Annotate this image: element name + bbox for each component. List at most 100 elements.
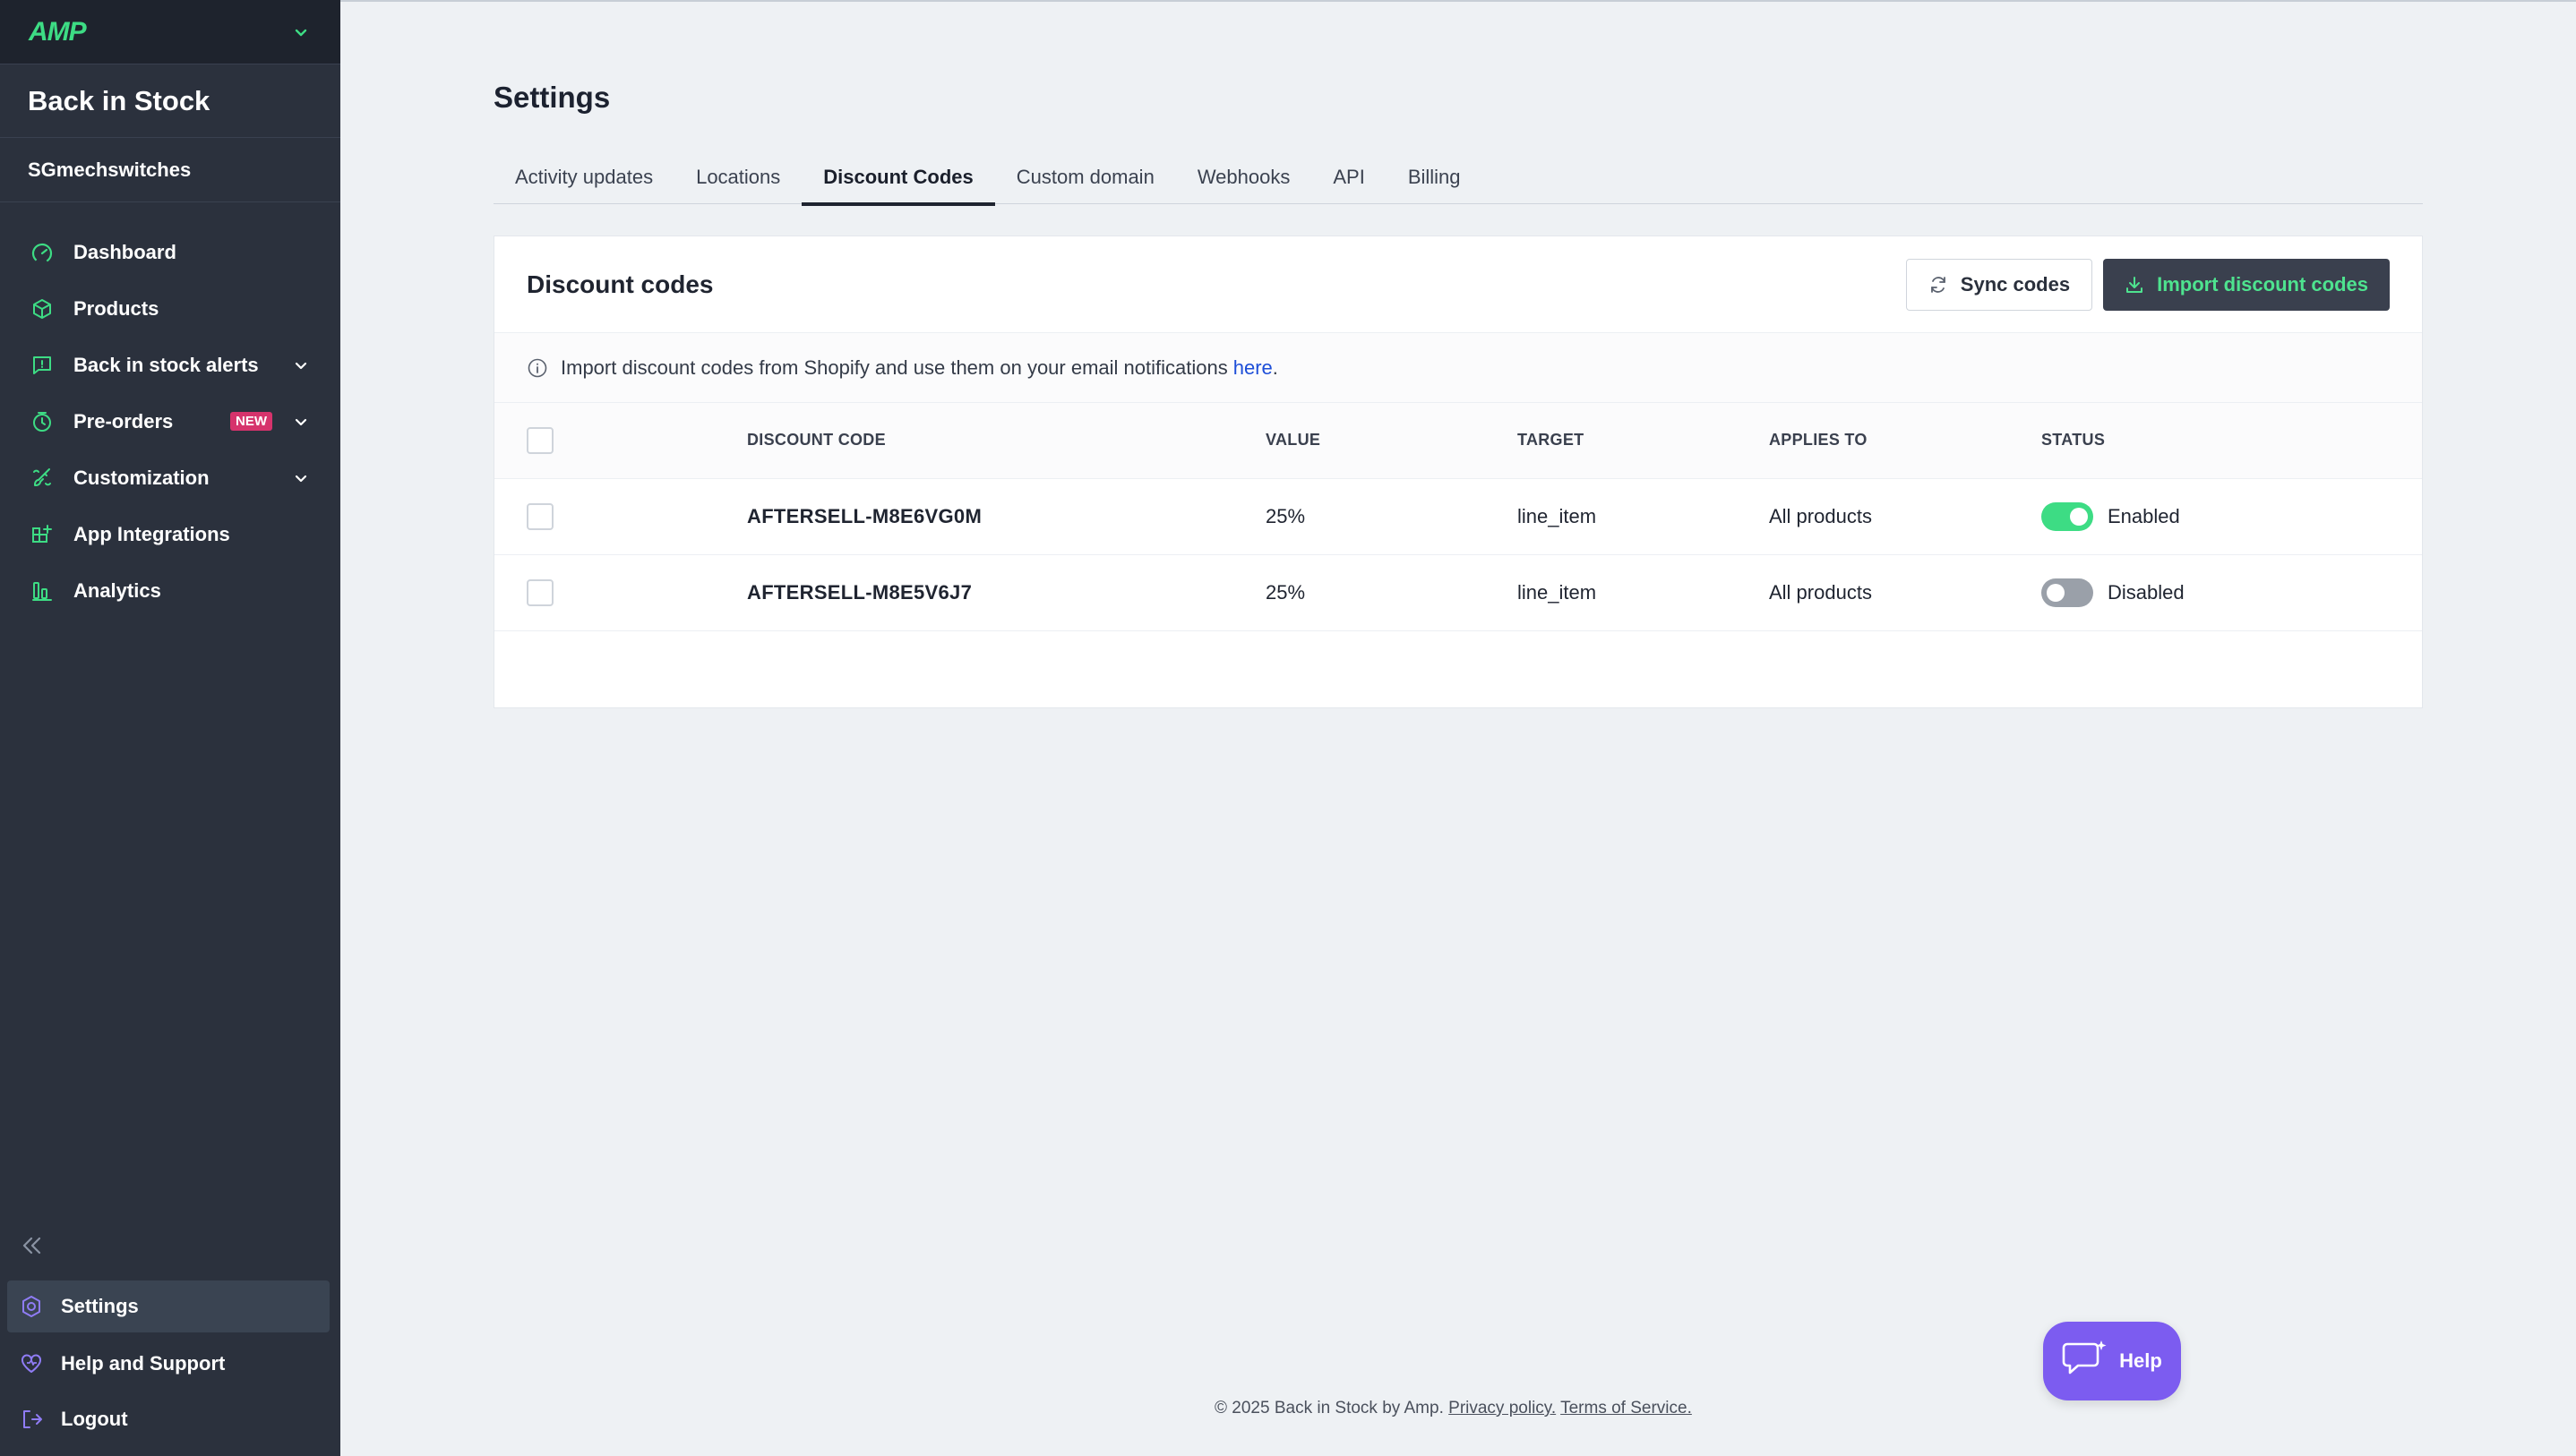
chat-sparkle-icon	[2062, 1339, 2108, 1383]
info-here-link[interactable]: here	[1233, 356, 1273, 380]
info-text: Import discount codes from Shopify and u…	[561, 355, 1228, 379]
sidebar-nav: Dashboard Products Back in stock alerts …	[0, 202, 340, 619]
sidebar-item-dashboard[interactable]: Dashboard	[0, 224, 340, 280]
target-cell: line_item	[1517, 554, 1769, 631]
terms-of-service-link[interactable]: Terms of Service.	[1560, 1399, 1692, 1417]
new-badge: NEW	[230, 412, 272, 431]
column-header-applies-to: APPLIES TO	[1769, 403, 2041, 479]
row-checkbox[interactable]	[527, 578, 554, 606]
main-content: Settings Activity updates Locations Disc…	[340, 0, 2576, 1456]
status-toggle[interactable]	[2041, 501, 2093, 531]
message-icon	[29, 352, 56, 379]
status-label: Disabled	[2108, 580, 2185, 604]
sidebar-item-settings[interactable]: Settings	[7, 1280, 330, 1332]
table-row: AFTERSELL-M8E6VG0M 25% line_item All pro…	[494, 478, 2422, 555]
status-toggle[interactable]	[2041, 578, 2093, 607]
select-all-cell	[494, 403, 747, 479]
sidebar-item-label: Customization	[73, 466, 210, 489]
status-cell: Disabled	[2041, 554, 2422, 631]
select-all-checkbox[interactable]	[527, 426, 554, 454]
clock-icon	[29, 408, 56, 435]
tab-locations[interactable]: Locations	[674, 150, 802, 204]
chevron-down-icon[interactable]	[292, 23, 310, 41]
column-header-discount-code: DISCOUNT CODE	[747, 403, 1266, 479]
sidebar-item-label: Back in stock alerts	[73, 353, 259, 376]
discount-code-cell: AFTERSELL-M8E6VG0M	[747, 478, 1266, 555]
sidebar-item-app-integrations[interactable]: App Integrations	[0, 506, 340, 562]
info-suffix: .	[1272, 355, 1278, 379]
import-discount-codes-label: Import discount codes	[2157, 272, 2368, 295]
status-control: Disabled	[2041, 578, 2422, 607]
chevron-down-icon[interactable]	[292, 413, 310, 431]
discount-codes-table: DISCOUNT CODE VALUE TARGET APPLIES TO ST…	[494, 403, 2422, 631]
card-actions: Sync codes Import discount codes	[1905, 258, 2390, 311]
column-header-value: VALUE	[1266, 403, 1517, 479]
tab-webhooks[interactable]: Webhooks	[1176, 150, 1312, 204]
status-label: Enabled	[2108, 504, 2180, 527]
column-header-target: TARGET	[1517, 403, 1769, 479]
sync-codes-button[interactable]: Sync codes	[1905, 258, 2093, 311]
toggle-knob	[2047, 583, 2065, 602]
target-cell: line_item	[1517, 478, 1769, 555]
sync-codes-label: Sync codes	[1960, 272, 2071, 295]
tab-custom-domain[interactable]: Custom domain	[995, 150, 1176, 204]
download-icon	[2125, 275, 2144, 295]
collapse-sidebar-icon[interactable]	[16, 1230, 47, 1261]
chart-icon	[29, 578, 56, 604]
gauge-icon	[29, 239, 56, 266]
card-title: Discount codes	[527, 270, 714, 298]
amp-logo: AMP	[29, 16, 87, 47]
value-cell: 25%	[1266, 478, 1517, 555]
column-header-status: STATUS	[2041, 403, 2422, 479]
info-banner: Import discount codes from Shopify and u…	[494, 333, 2422, 403]
sidebar-item-help-and-support[interactable]: Help and Support	[7, 1336, 330, 1392]
tab-billing[interactable]: Billing	[1387, 150, 1482, 204]
heart-icon	[18, 1350, 45, 1377]
chevron-down-icon[interactable]	[292, 469, 310, 487]
discount-code-cell: AFTERSELL-M8E5V6J7	[747, 554, 1266, 631]
sidebar-item-analytics[interactable]: Analytics	[0, 562, 340, 619]
tab-discount-codes[interactable]: Discount Codes	[802, 150, 996, 206]
toggle-knob	[2070, 507, 2088, 526]
status-cell: Enabled	[2041, 478, 2422, 555]
footer-copyright: © 2025 Back in Stock by Amp.	[1215, 1399, 1444, 1417]
sidebar-item-label: Logout	[61, 1408, 128, 1430]
settings-tabs: Activity updates Locations Discount Code…	[494, 150, 2423, 206]
applies-to-cell: All products	[1769, 554, 2041, 631]
app-title: Back in Stock	[0, 64, 340, 138]
brush-icon	[29, 465, 56, 492]
help-button[interactable]: Help	[2043, 1322, 2181, 1400]
sidebar-item-label: Help and Support	[61, 1352, 226, 1375]
info-icon	[527, 357, 548, 379]
status-control: Enabled	[2041, 501, 2422, 531]
sidebar-item-label: Products	[73, 296, 159, 320]
sidebar-item-products[interactable]: Products	[0, 280, 340, 337]
logout-icon	[18, 1406, 45, 1433]
sidebar-item-logout[interactable]: Logout	[7, 1392, 330, 1447]
sidebar-item-label: Dashboard	[73, 240, 176, 263]
help-button-label: Help	[2119, 1349, 2162, 1372]
page-title: Settings	[494, 81, 611, 114]
row-checkbox[interactable]	[527, 502, 554, 530]
sidebar-item-back-in-stock-alerts[interactable]: Back in stock alerts	[0, 337, 340, 393]
chevron-down-icon[interactable]	[292, 356, 310, 374]
sidebar-item-label: App Integrations	[73, 522, 230, 545]
tab-api[interactable]: API	[1311, 150, 1386, 204]
store-name: SGmechswitches	[0, 138, 340, 202]
privacy-policy-link[interactable]: Privacy policy.	[1448, 1399, 1556, 1417]
tab-activity-updates[interactable]: Activity updates	[494, 150, 674, 204]
discount-codes-card: Discount codes Sync codes Import discoun…	[494, 236, 2423, 708]
sidebar-item-pre-orders[interactable]: Pre-orders NEW	[0, 393, 340, 450]
grid-plus-icon	[29, 521, 56, 548]
sidebar: AMP Back in Stock SGmechswitches Dashboa…	[0, 0, 340, 1456]
import-discount-codes-button[interactable]: Import discount codes	[2103, 258, 2390, 311]
brand-bar: AMP	[0, 0, 340, 64]
footer: © 2025 Back in Stock by Amp. Privacy pol…	[1215, 1399, 1692, 1418]
sidebar-item-customization[interactable]: Customization	[0, 450, 340, 506]
value-cell: 25%	[1266, 554, 1517, 631]
box-icon	[29, 295, 56, 322]
sidebar-item-label: Settings	[61, 1295, 139, 1317]
row-select-cell	[494, 554, 747, 631]
row-select-cell	[494, 478, 747, 555]
table-header-row: DISCOUNT CODE VALUE TARGET APPLIES TO ST…	[494, 403, 2422, 479]
